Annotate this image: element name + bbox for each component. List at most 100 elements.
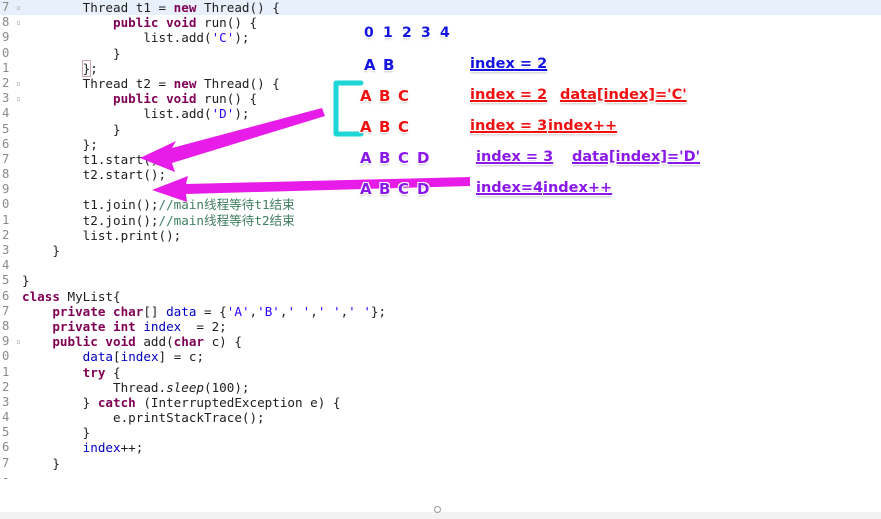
code-line[interactable]: 4 list.add('D');: [0, 106, 881, 121]
code-line[interactable]: 5 }: [0, 425, 881, 440]
line-number: 6: [2, 440, 10, 455]
code-line[interactable]: 8 t2.start();: [0, 167, 881, 182]
code-line-text: list.print();: [82, 227, 182, 243]
code-line[interactable]: 8 private int index = 2;: [0, 319, 881, 334]
code-line[interactable]: 9 ▫ public void add(char c) {: [0, 334, 881, 349]
code-line[interactable]: 9: [0, 182, 881, 197]
annotation-op-label-row-abc-2: index++: [548, 118, 618, 134]
line-number: 8: [2, 318, 10, 333]
line-number: 7: [2, 455, 10, 470]
code-line-text: t1.start();: [82, 151, 167, 167]
code-line[interactable]: 6 class MyList{: [0, 289, 881, 304]
code-line[interactable]: 5 }: [0, 122, 881, 137]
code-line[interactable]: 0 }: [0, 46, 881, 61]
code-line[interactable]: 3 } catch (InterruptedException e) {: [0, 395, 881, 410]
code-line[interactable]: 0 data[index] = c;: [0, 349, 881, 364]
index-header-cell: 2: [402, 25, 412, 41]
line-number: 5: [2, 273, 10, 288]
code-line-text: }: [113, 45, 121, 61]
code-line[interactable]: 2 list.print();: [0, 228, 881, 243]
code-line[interactable]: 1 try {: [0, 365, 881, 380]
annotation-op-label-row-abc-1: data[index]='C': [560, 87, 687, 103]
code-line[interactable]: 4 e.printStackTrace();: [0, 410, 881, 425]
annotation-cells-row-ab: AB: [364, 56, 402, 74]
bottom-strip: [0, 512, 881, 519]
annotation-cell: A: [360, 118, 372, 136]
line-number: 3: [2, 243, 10, 257]
fold-marker-icon[interactable]: ▫: [16, 0, 21, 15]
line-number: 1: [2, 60, 10, 75]
code-line-text: };: [82, 136, 98, 152]
code-line-text: list.add('D');: [143, 106, 250, 122]
code-line-text: public void run() {: [113, 15, 258, 31]
code-line-text: class MyList{: [22, 288, 121, 304]
annotation-cell: C: [398, 149, 410, 167]
code-line-text: try {: [82, 364, 121, 380]
code-line[interactable]: 6 index++;: [0, 440, 881, 455]
code-line[interactable]: 2 ▫ Thread t2 = new Thread() {: [0, 76, 881, 91]
fold-marker-icon[interactable]: ▫: [16, 15, 21, 30]
code-line-text: } catch (InterruptedException e) {: [82, 394, 341, 410]
line-number: 4: [2, 258, 10, 273]
code-line[interactable]: 2 Thread.sleep(100);: [0, 380, 881, 395]
annotation-cells-row-abcd-1: ABCD: [360, 149, 436, 167]
code-line[interactable]: 4: [0, 258, 881, 273]
code-line-text: t1.join();//main线程等待t1结束: [82, 197, 295, 213]
line-number: 3: [2, 394, 10, 409]
code-line[interactable]: 7 }: [0, 456, 881, 471]
code-line[interactable]: 3 ▫ public void run() {: [0, 91, 881, 106]
code-line-text: t2.join();//main线程等待t2结束: [82, 212, 295, 228]
code-line-text: Thread t2 = new Thread() {: [82, 75, 280, 91]
index-header-cell: 3: [421, 25, 431, 41]
code-line-text: public void add(char c) {: [52, 334, 242, 350]
code-line[interactable]: 7 ▫ Thread t1 = new Thread() {: [0, 0, 881, 15]
line-number: 5: [2, 121, 10, 136]
code-line-text: list.add('C');: [143, 30, 250, 46]
annotation-cell: D: [417, 180, 430, 198]
index-header-cell: 1: [383, 25, 393, 41]
fold-marker-icon[interactable]: ▫: [16, 334, 21, 349]
line-number: 9: [2, 30, 10, 45]
annotation-cell: B: [379, 87, 391, 105]
annotation-index-label-row-abcd-1: index = 3: [476, 149, 554, 165]
code-line-text: private int index = 2;: [52, 318, 227, 334]
code-line-text: }: [113, 121, 121, 137]
code-line[interactable]: 5}: [0, 273, 881, 288]
code-line[interactable]: 1 t2.join();//main线程等待t2结束: [0, 213, 881, 228]
code-line[interactable]: 1 };: [0, 59, 881, 77]
annotation-cell: B: [383, 56, 395, 74]
code-line-text: }: [22, 273, 30, 289]
line-number: -: [2, 470, 10, 485]
line-number: 9: [2, 182, 10, 197]
code-line-text: public void run() {: [113, 91, 258, 107]
annotation-cell: B: [379, 180, 391, 198]
annotation-index-label-row-abcd-2: index=4: [476, 180, 544, 196]
index-header-cell: 4: [440, 25, 450, 41]
fold-marker-icon[interactable]: ▫: [16, 91, 21, 106]
line-number: 2: [2, 379, 10, 394]
code-line[interactable]: -: [0, 471, 881, 486]
line-number: 0: [2, 197, 10, 212]
annotation-index-header: 01234: [364, 25, 459, 41]
code-line[interactable]: 6 };: [0, 137, 881, 152]
line-number: 4: [2, 410, 10, 425]
code-editor[interactable]: 7 ▫ Thread t1 = new Thread() { 8 ▫ public v…: [0, 0, 881, 505]
annotation-cells-row-abcd-2: ABCD: [360, 180, 436, 198]
code-line[interactable]: 7 private char[] data = {'A','B',' ',' '…: [0, 304, 881, 319]
code-line[interactable]: 3 }: [0, 243, 881, 258]
code-line[interactable]: 7 t1.start();: [0, 152, 881, 167]
annotation-cells-row-abc-1: ABC: [360, 87, 417, 105]
annotation-cell: C: [398, 180, 410, 198]
fold-marker-icon[interactable]: ▫: [16, 76, 21, 91]
annotation-index-label-row-abc-2: index = 3: [470, 118, 548, 134]
code-line-text: index++;: [82, 440, 144, 456]
code-line-text: e.printStackTrace();: [113, 410, 265, 426]
line-number: 0: [2, 349, 10, 364]
annotation-cell: A: [360, 180, 372, 198]
annotation-index-label-row-ab: index = 2: [470, 56, 548, 72]
line-number: 8: [2, 167, 10, 182]
annotation-cell: B: [379, 149, 391, 167]
line-number: 1: [2, 364, 10, 379]
code-line-text: }: [82, 425, 91, 441]
code-line[interactable]: 0 t1.join();//main线程等待t1结束: [0, 197, 881, 212]
